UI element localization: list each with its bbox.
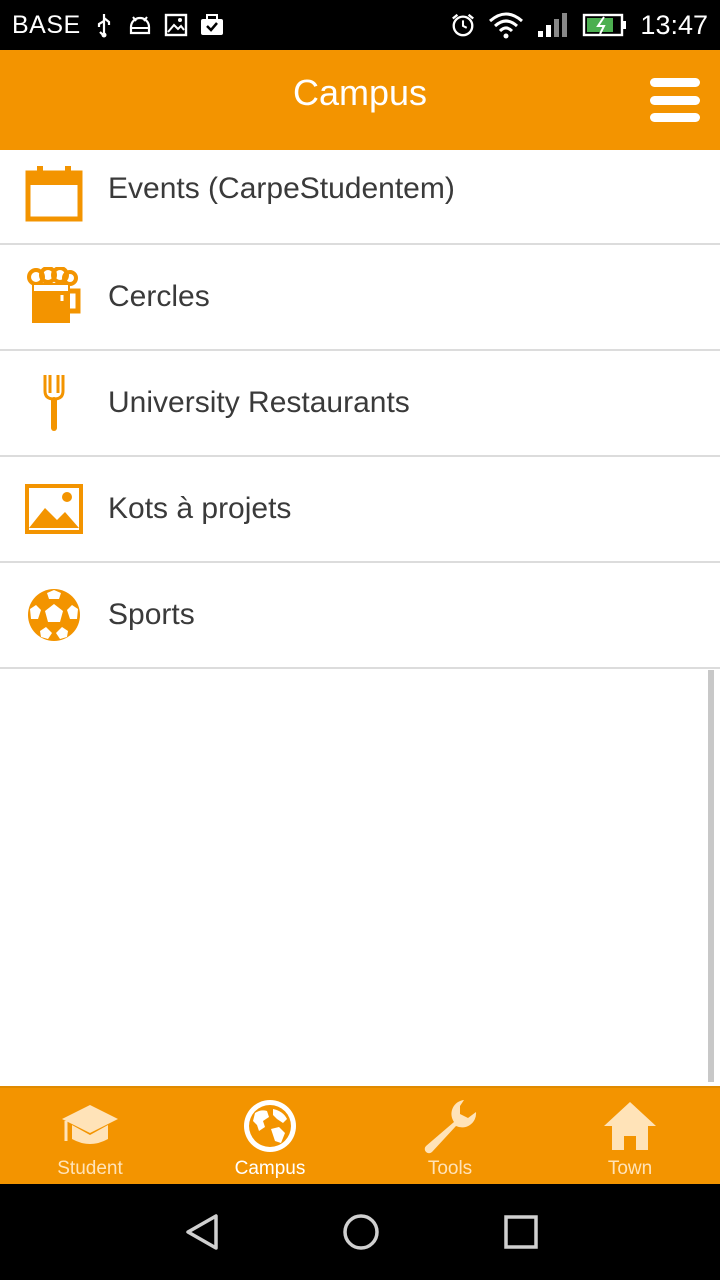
android-debug-icon [127,12,153,38]
tab-label: Student [57,1158,123,1179]
calendar-icon [24,164,84,224]
list-item-label: Cercles [108,280,210,313]
alarm-icon [450,12,476,38]
scrollbar[interactable] [708,670,714,1082]
tab-town[interactable]: Town [540,1088,720,1184]
hamburger-icon [650,95,700,105]
list-item-sports[interactable]: Sports [0,563,720,669]
tab-campus[interactable]: Campus [180,1088,360,1184]
app-bar: Campus [0,50,720,150]
photo-icon [163,12,189,38]
home-button-icon[interactable] [341,1212,381,1252]
usb-icon [91,12,117,38]
tab-student[interactable]: Student [0,1088,180,1184]
list-item-label: University Restaurants [108,386,410,419]
status-bar: BASE 13:47 [0,0,720,50]
battery-charging-icon [582,12,628,38]
list-item-events[interactable]: Events (CarpeStudentem) [0,150,720,245]
list-item-label: Events (CarpeStudentem) [108,172,455,205]
list-item-label: Kots à projets [108,492,292,525]
list-item-label: Sports [108,598,195,631]
soccer-ball-icon [24,585,84,645]
list-item-kots[interactable]: Kots à projets [0,457,720,563]
campus-menu-list: Events (CarpeStudentem) Cercles Universi… [0,150,720,669]
tab-label: Tools [427,1158,473,1179]
page-title: Campus [292,72,428,113]
tab-label: Town [607,1158,653,1179]
briefcase-check-icon [199,12,225,38]
list-item-cercles[interactable]: Cercles [0,245,720,351]
recents-icon[interactable] [501,1212,541,1252]
home-icon [600,1096,660,1156]
wrench-icon [420,1096,480,1156]
fork-icon [24,373,84,433]
hamburger-icon [650,113,700,122]
clock: 13:47 [640,9,708,40]
hamburger-icon [650,78,700,87]
wifi-icon [488,12,524,39]
carrier-name: BASE [12,10,81,39]
tab-tools[interactable]: Tools [360,1088,540,1184]
tab-label: Campus [234,1158,306,1179]
menu-button[interactable] [650,78,700,122]
globe-icon [240,1096,300,1156]
bottom-navigation: Student Campus Tools Town [0,1086,720,1184]
back-icon[interactable] [182,1212,222,1252]
beer-mug-icon [24,267,84,327]
signal-icon [536,12,570,38]
system-navigation-bar [0,1184,720,1280]
list-item-restaurants[interactable]: University Restaurants [0,351,720,457]
graduation-cap-icon [60,1096,120,1156]
image-icon [24,479,84,539]
